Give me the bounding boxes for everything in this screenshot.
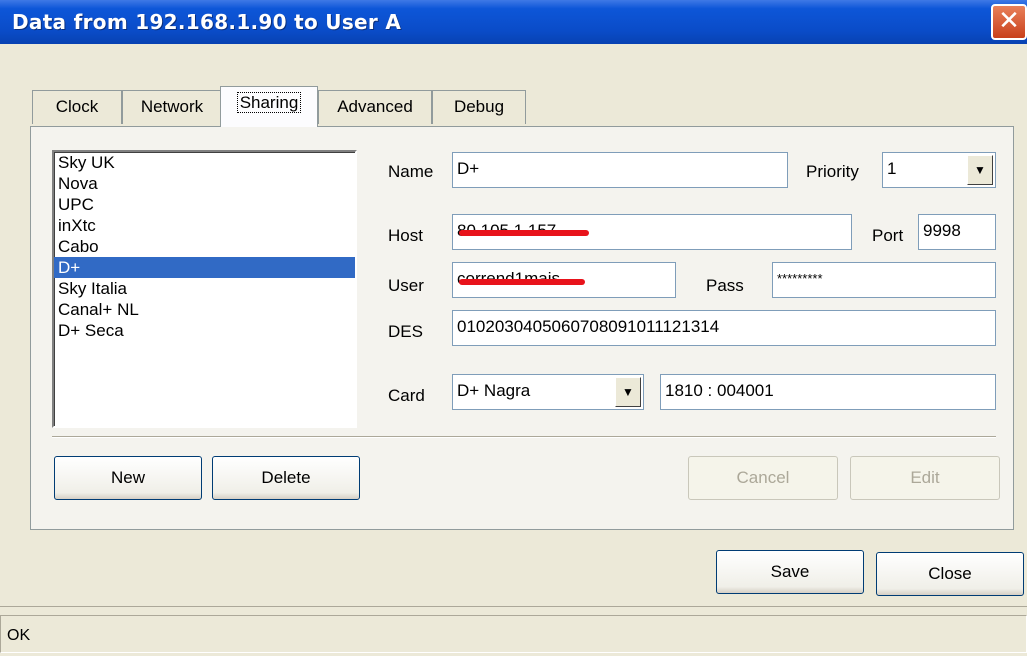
tab-label: Sharing (236, 92, 302, 113)
port-label: Port (872, 226, 904, 245)
close-button[interactable]: Close (876, 552, 1024, 596)
pass-label: Pass (706, 276, 744, 295)
user-label: User (388, 276, 424, 295)
tab-label: Debug (453, 97, 505, 116)
list-item[interactable]: D+ Seca (54, 320, 355, 341)
list-item[interactable]: Nova (54, 173, 355, 194)
tab-advanced[interactable]: Advanced (318, 90, 432, 124)
window-title: Data from 192.168.1.90 to User A (12, 10, 402, 34)
redaction-mark (459, 230, 589, 236)
list-item[interactable]: inXtc (54, 215, 355, 236)
divider (52, 436, 996, 438)
list-item[interactable]: Sky Italia (54, 278, 355, 299)
tab-label: Network (140, 97, 204, 116)
name-label: Name (388, 162, 434, 181)
status-text: OK (0, 615, 1027, 653)
port-field[interactable]: 9998 (918, 214, 996, 250)
tab-label: Advanced (337, 97, 413, 116)
title-bar: Data from 192.168.1.90 to User A ✕ (0, 0, 1027, 44)
des-label: DES (388, 322, 423, 341)
cancel-button[interactable]: Cancel (688, 456, 838, 500)
list-item[interactable]: Canal+ NL (54, 299, 355, 320)
priority-label: Priority (806, 162, 859, 181)
card-value: D+ Nagra (457, 381, 531, 400)
host-label: Host (388, 226, 423, 245)
save-button[interactable]: Save (716, 550, 864, 594)
list-item[interactable]: D+ (54, 257, 355, 278)
tab-network[interactable]: Network (122, 90, 222, 124)
chevron-down-icon[interactable]: ▼ (615, 377, 641, 407)
pass-field[interactable]: ********* (772, 262, 996, 298)
tab-clock[interactable]: Clock (32, 90, 122, 124)
card-select[interactable]: D+ Nagra ▼ (452, 374, 644, 410)
des-field[interactable]: 0102030405060708091011121314 (452, 310, 996, 346)
priority-value: 1 (887, 159, 897, 178)
close-icon[interactable]: ✕ (991, 4, 1027, 40)
tab-debug[interactable]: Debug (432, 90, 526, 124)
delete-button[interactable]: Delete (212, 456, 360, 500)
host-field[interactable]: 80.105.1.157 (452, 214, 852, 250)
card-label: Card (388, 386, 425, 405)
status-bar: OK (0, 606, 1027, 654)
provider-list[interactable]: Sky UK Nova UPC inXtc Cabo D+ Sky Italia Canal+… (52, 150, 357, 428)
list-item[interactable]: Sky UK (54, 152, 355, 173)
redaction-mark (459, 279, 585, 285)
name-field[interactable]: D+ (452, 152, 788, 188)
edit-button[interactable]: Edit (850, 456, 1000, 500)
list-item[interactable]: UPC (54, 194, 355, 215)
user-field[interactable]: corrend1mais (452, 262, 676, 298)
priority-select[interactable]: 1 ▼ (882, 152, 996, 188)
caid-field[interactable]: 1810 : 004001 (660, 374, 996, 410)
tab-label: Clock (55, 97, 99, 116)
new-button[interactable]: New (54, 456, 202, 500)
chevron-down-icon[interactable]: ▼ (967, 155, 993, 185)
list-item[interactable]: Cabo (54, 236, 355, 257)
tab-sharing[interactable]: Sharing (220, 86, 318, 127)
